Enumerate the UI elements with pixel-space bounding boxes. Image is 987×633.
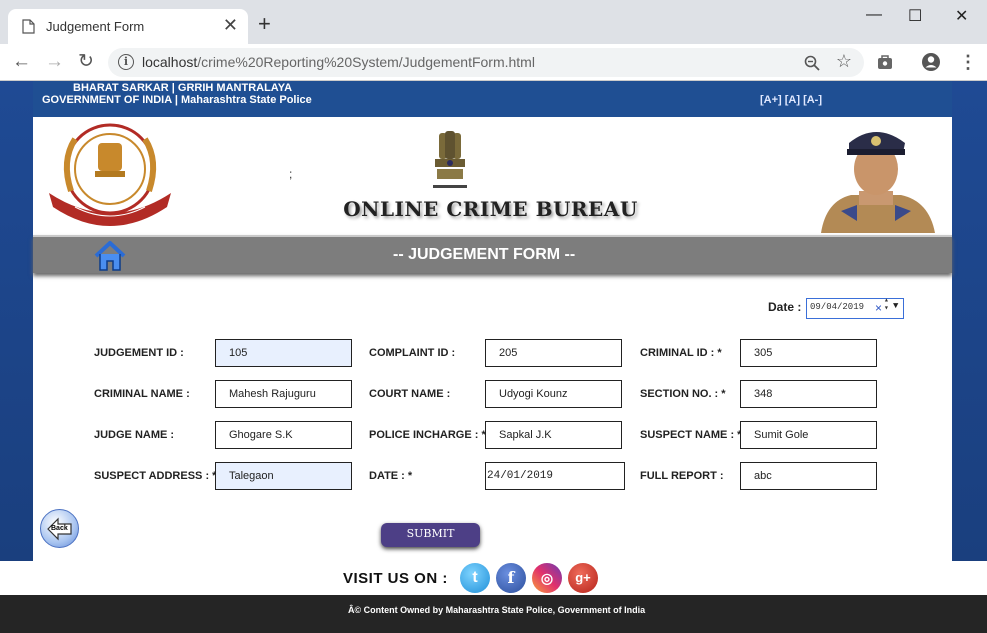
- page-icon: [22, 19, 35, 34]
- zoom-icon[interactable]: [804, 55, 820, 71]
- cbi-emblem-logo: [49, 123, 171, 226]
- date-field-label: DATE : *: [369, 470, 413, 482]
- court-name-label: COURT NAME :: [369, 388, 451, 400]
- clear-date-icon[interactable]: ×: [875, 301, 882, 315]
- date-spinner-icon[interactable]: ▴ ▾: [884, 297, 889, 313]
- social-bar: VISIT US ON : t f ◎ g+: [0, 561, 987, 595]
- copyright-text: Â© Content Owned by Maharashtra State Po…: [348, 605, 646, 615]
- dropdown-arrow-icon[interactable]: ▼: [893, 301, 898, 311]
- government-bar: BHARAT SARKAR | GRRIH MANTRALAYA GOVERNM…: [33, 81, 952, 117]
- visit-us-label: VISIT US ON :: [343, 570, 448, 587]
- info-icon[interactable]: i: [118, 54, 134, 70]
- form-header-bar: -- JUDGEMENT FORM --: [33, 235, 952, 273]
- google-plus-icon[interactable]: g+: [568, 563, 598, 593]
- criminal-id-label: CRIMINAL ID : *: [640, 347, 722, 359]
- form-title: -- JUDGEMENT FORM --: [393, 246, 576, 263]
- suspect-address-input[interactable]: Talegaon: [215, 462, 352, 490]
- date-picker-value: 09/04/2019: [810, 302, 865, 312]
- left-page-margin: [0, 81, 33, 561]
- facebook-icon[interactable]: f: [496, 563, 526, 593]
- date-field-input[interactable]: 24/01/2019: [485, 462, 625, 490]
- complaint-id-input[interactable]: 205: [485, 339, 622, 367]
- forward-arrow-icon[interactable]: →: [45, 52, 64, 72]
- tab-title: Judgement Form: [46, 19, 145, 34]
- back-button[interactable]: Back: [40, 509, 79, 548]
- court-name-input[interactable]: Udyogi Kounz: [485, 380, 622, 408]
- profile-icon[interactable]: [921, 52, 941, 72]
- section-no-label: SECTION NO. : *: [640, 388, 726, 400]
- date-label: Date :: [768, 300, 802, 314]
- suspect-name-label: SUSPECT NAME : *: [640, 429, 742, 441]
- back-arrow-icon[interactable]: ←: [12, 52, 31, 72]
- new-tab-button[interactable]: +: [258, 13, 271, 35]
- address-bar[interactable]: i localhost/crime%20Reporting%20System/J…: [108, 48, 864, 77]
- twitter-icon[interactable]: t: [460, 563, 490, 593]
- complaint-id-label: COMPLAINT ID :: [369, 347, 456, 359]
- gov-line-1: BHARAT SARKAR | GRRIH MANTRALAYA: [73, 82, 293, 94]
- close-window-button[interactable]: ✕: [955, 6, 968, 26]
- submit-button[interactable]: SUBMIT: [381, 523, 480, 547]
- police-incharge-input[interactable]: Sapkal J.K: [485, 421, 622, 449]
- criminal-id-input[interactable]: 305: [740, 339, 877, 367]
- browser-tab[interactable]: Judgement Form ✕: [8, 9, 248, 44]
- bookmark-star-icon[interactable]: ☆: [836, 51, 852, 72]
- judgement-id-label: JUDGEMENT ID :: [94, 347, 184, 359]
- menu-kebab-icon[interactable]: ⋮: [959, 52, 977, 73]
- instagram-icon[interactable]: ◎: [532, 563, 562, 593]
- criminal-name-label: CRIMINAL NAME :: [94, 388, 190, 400]
- judgement-id-input[interactable]: 105: [215, 339, 352, 367]
- maximize-button[interactable]: ☐: [908, 6, 922, 26]
- ashoka-emblem-logo: [433, 131, 467, 188]
- browser-toolbar: ← → ↻ i localhost/crime%20Reporting%20Sy…: [0, 44, 987, 81]
- full-report-input[interactable]: abc: [740, 462, 877, 490]
- web-page: BHARAT SARKAR | GRRIH MANTRALAYA GOVERNM…: [0, 81, 987, 633]
- font-size-controls[interactable]: [A+] [A] [A-]: [760, 94, 822, 106]
- judge-name-input[interactable]: Ghogare S.K: [215, 421, 352, 449]
- gov-line-2: GOVERNMENT OF INDIA | Maharashtra State …: [42, 94, 312, 106]
- site-title: ONLINE CRIME BUREAU: [343, 197, 638, 221]
- right-page-margin: [952, 81, 987, 561]
- main-content: ; ONLINE CRIME BUREAU -- JUDGEMENT FORM …: [33, 117, 952, 561]
- back-button-label: Back: [51, 525, 68, 532]
- section-no-input[interactable]: 348: [740, 380, 877, 408]
- tab-close-icon[interactable]: ✕: [223, 15, 238, 36]
- footer: Â© Content Owned by Maharashtra State Po…: [0, 595, 987, 633]
- officer-photo: [811, 121, 941, 233]
- reload-icon[interactable]: ↻: [78, 52, 94, 72]
- police-incharge-label: POLICE INCHARGE : *: [369, 429, 486, 441]
- suspect-address-label: SUSPECT ADDRESS : *: [94, 470, 217, 482]
- criminal-name-input[interactable]: Mahesh Rajuguru: [215, 380, 352, 408]
- browser-titlebar: Judgement Form ✕ + — ☐ ✕: [0, 0, 987, 44]
- suspect-name-input[interactable]: Sumit Gole: [740, 421, 877, 449]
- minimize-button[interactable]: —: [866, 6, 882, 24]
- home-icon[interactable]: [93, 239, 127, 273]
- date-picker-input[interactable]: 09/04/2019 × ▴ ▾ ▼: [806, 297, 904, 319]
- extension-icon[interactable]: [877, 54, 893, 70]
- full-report-label: FULL REPORT :: [640, 470, 724, 482]
- judge-name-label: JUDGE NAME :: [94, 429, 175, 441]
- stray-semicolon: ;: [289, 167, 293, 181]
- url-text[interactable]: localhost/crime%20Reporting%20System/Jud…: [142, 54, 535, 70]
